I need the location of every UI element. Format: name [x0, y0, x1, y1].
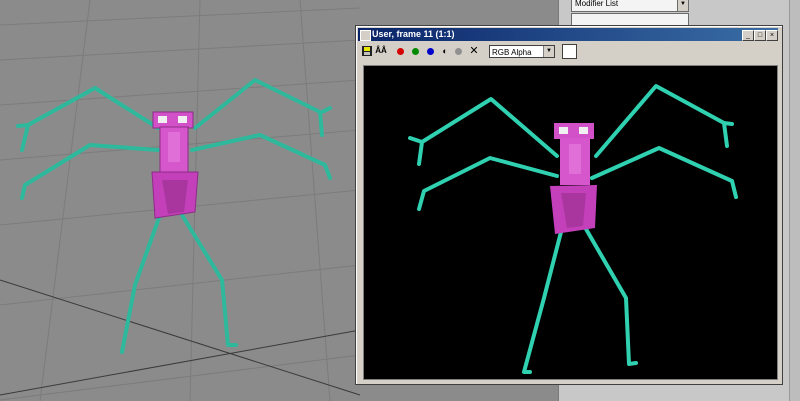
color-swatch[interactable]	[562, 44, 577, 59]
render-window-icon	[360, 30, 371, 41]
save-icon[interactable]	[361, 45, 373, 57]
chevron-down-icon[interactable]: ▼	[543, 46, 554, 57]
green-channel-icon[interactable]	[412, 48, 419, 55]
title-bar[interactable]: User, frame 11 (1:1) _ □ ×	[358, 28, 778, 41]
chevron-down-icon[interactable]: ▼	[677, 0, 689, 12]
channel-select[interactable]: RGB Alpha ▼	[489, 45, 555, 58]
render-figure-body	[550, 123, 597, 234]
command-panel-scrollbar[interactable]	[789, 0, 800, 401]
minimize-button[interactable]: _	[742, 30, 754, 41]
monochrome-icon[interactable]: ◐	[439, 45, 451, 57]
blue-channel-icon[interactable]	[427, 48, 434, 55]
render-toolbar: ÂÂ ◐ ✕ RGB Alpha ▼	[358, 43, 778, 61]
close-button[interactable]: ×	[766, 30, 778, 41]
viewport-figure-body	[151, 111, 199, 219]
window-title: User, frame 11 (1:1)	[372, 29, 455, 39]
rendered-scene	[408, 84, 738, 374]
clone-icon[interactable]: ÂÂ	[375, 45, 387, 57]
red-channel-icon[interactable]	[397, 48, 404, 55]
render-canvas	[363, 65, 778, 380]
alpha-channel-icon[interactable]	[455, 48, 462, 55]
clear-icon[interactable]: ✕	[468, 45, 480, 57]
maximize-button[interactable]: □	[754, 30, 766, 41]
rendered-frame-window[interactable]: User, frame 11 (1:1) _ □ × ÂÂ ◐ ✕ RGB Al…	[355, 25, 783, 385]
modifier-list-dropdown[interactable]: Modifier List	[571, 0, 680, 12]
channel-select-value: RGB Alpha	[492, 48, 532, 57]
